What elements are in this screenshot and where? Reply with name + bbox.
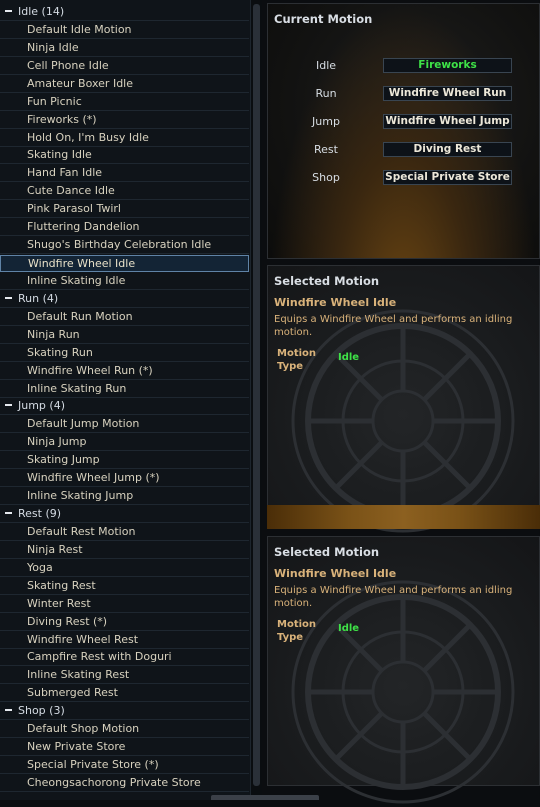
wheel-emblem-icon	[291, 309, 515, 533]
motion-list-item[interactable]: Default Run Motion	[0, 309, 249, 326]
current-motion-slot-label: Run	[315, 87, 337, 100]
motion-list-item[interactable]: Inline Skating Rest	[0, 667, 249, 685]
current-motion-row: Idle Fireworks	[268, 58, 539, 74]
selected-motion-description: Equips a Windfire Wheel and performs an …	[274, 314, 513, 338]
selected-motion-title: Selected Motion	[274, 274, 380, 288]
motion-list-item[interactable]: Ninja Run	[0, 327, 249, 344]
scrollbar-thumb[interactable]	[253, 4, 260, 786]
current-motion-slot-label: Idle	[315, 59, 337, 72]
current-motion-row: Rest Diving Rest	[268, 142, 539, 158]
motion-list-scrollbar[interactable]	[250, 0, 262, 800]
motion-list-item[interactable]: Fluttering Dandelion	[0, 219, 249, 237]
collapse-minus-icon[interactable]	[5, 404, 12, 407]
motion-list-item[interactable]: Fun Picnic	[0, 94, 249, 111]
motion-list-item[interactable]: Cell Phone Idle	[0, 58, 249, 75]
wheel-emblem-icon	[291, 580, 515, 804]
motion-list-item[interactable]: Default Rest Motion	[0, 524, 249, 541]
motion-list: Idle (14) Default Idle Motion Ninja Idle Ce…	[0, 0, 261, 800]
motion-list-item[interactable]: Special Private Store (*)	[0, 757, 249, 775]
motion-list-item[interactable]: Inline Skating Jump	[0, 488, 249, 506]
collapse-minus-icon[interactable]	[5, 10, 12, 12]
motion-group-header[interactable]: Run (4)	[0, 291, 249, 308]
motion-list-item[interactable]: Default Idle Motion	[0, 22, 249, 39]
current-motion-title: Current Motion	[274, 12, 373, 26]
current-motion-slot-value[interactable]: Windfire Wheel Run	[383, 86, 512, 101]
collapse-minus-icon[interactable]	[5, 296, 12, 299]
selected-motion-title: Selected Motion	[274, 545, 380, 559]
motion-list-item[interactable]: Amateur Boxer Idle	[0, 76, 249, 93]
motion-list-item[interactable]: Shugo's Birthday Celebration Idle	[0, 237, 249, 255]
selected-motion-description: Equips a Windfire Wheel and performs an …	[274, 585, 513, 609]
current-motion-slot-value[interactable]: Diving Rest	[383, 142, 512, 157]
motion-list-item[interactable]: Default Jump Motion	[0, 416, 249, 434]
current-motion-row: Jump Windfire Wheel Jump	[268, 114, 539, 130]
motion-list-item[interactable]: Fireworks (*)	[0, 112, 249, 129]
motion-list-item[interactable]: Skating Run	[0, 345, 249, 362]
motion-list-item[interactable]: Windfire Wheel Run (*)	[0, 363, 249, 380]
current-motion-slot-label: Rest	[314, 143, 338, 156]
selected-motion-name: Windfire Wheel Idle	[274, 296, 397, 309]
motion-group-header[interactable]: Idle (14)	[0, 4, 249, 21]
motion-list-item[interactable]: Winter Rest	[0, 596, 249, 613]
collapse-minus-icon[interactable]	[5, 512, 12, 515]
motion-list-item[interactable]: Windfire Wheel Jump (*)	[0, 470, 249, 488]
bottom-tab-strip	[211, 795, 319, 800]
motion-list-item[interactable]: Windfire Wheel Idle	[0, 255, 249, 273]
current-motion-row: Shop Special Private Store	[268, 170, 539, 186]
motion-list-item[interactable]: Skating Idle	[0, 147, 249, 165]
selected-motion-panel: Selected Motion Windfire Wheel Idle Equips…	[267, 265, 540, 533]
motion-type-value: Idle	[338, 623, 360, 634]
motion-list-item[interactable]: Skating Jump	[0, 452, 249, 470]
current-motion-panel: Current Motion Idle Fireworks Run Windfire …	[267, 3, 540, 259]
motion-group-label: Jump (4)	[18, 399, 65, 413]
motion-group-label: Run (4)	[18, 291, 59, 305]
motion-list-item[interactable]: New Private Store	[0, 739, 249, 757]
current-motion-row: Run Windfire Wheel Run	[268, 86, 539, 102]
motion-list-item[interactable]: Hold On, I'm Busy Idle	[0, 130, 249, 147]
motion-group-header[interactable]: Shop (3)	[0, 703, 249, 721]
current-motion-slot-label: Shop	[312, 171, 340, 184]
motion-list-item[interactable]: Inline Skating Run	[0, 381, 249, 398]
motion-list-item[interactable]: Cheongsachorong Private Store	[0, 775, 249, 792]
motion-group-header[interactable]: Jump (4)	[0, 398, 249, 416]
motion-list-item[interactable]: Submerged Rest	[0, 685, 249, 703]
motion-list-item[interactable]: Hand Fan Idle	[0, 165, 249, 183]
motion-group-header[interactable]: Rest (9)	[0, 506, 249, 524]
motion-list-item[interactable]: Inline Skating Idle	[0, 273, 249, 290]
collapse-minus-icon[interactable]	[5, 709, 12, 712]
motion-list-item[interactable]: Ninja Idle	[0, 40, 249, 57]
motion-group-label: Shop (3)	[18, 704, 65, 718]
motion-type-value: Idle	[338, 352, 360, 363]
panel-divider-strip	[267, 505, 540, 529]
motion-list-item[interactable]: Ninja Jump	[0, 434, 249, 452]
motion-list-item[interactable]: Skating Rest	[0, 578, 249, 595]
motion-list-item[interactable]: Ninja Rest	[0, 542, 249, 559]
current-motion-slot-value[interactable]: Fireworks	[383, 58, 512, 73]
motion-type-label: Motion Type	[277, 348, 317, 372]
motion-group-label: Idle (14)	[18, 5, 65, 18]
current-motion-slot-value[interactable]: Special Private Store	[383, 170, 512, 185]
motion-type-label: Motion Type	[277, 619, 317, 643]
motion-group-label: Rest (9)	[18, 507, 62, 521]
selected-motion-name: Windfire Wheel Idle	[274, 567, 397, 580]
selected-motion-panel-secondary: Selected Motion Windfire Wheel Idle Equips…	[267, 536, 540, 804]
motion-list-item[interactable]: Windfire Wheel Rest	[0, 632, 249, 649]
motion-list-item[interactable]: Pink Parasol Twirl	[0, 201, 249, 219]
motion-list-item[interactable]: Default Shop Motion	[0, 721, 249, 739]
motion-list-item[interactable]: Campfire Rest with Doguri	[0, 649, 249, 667]
current-motion-slot-label: Jump	[312, 115, 340, 128]
motion-list-item[interactable]: Yoga	[0, 560, 249, 577]
current-motion-slot-value[interactable]: Windfire Wheel Jump	[383, 114, 512, 129]
motion-list-item[interactable]: Cute Dance Idle	[0, 183, 249, 201]
motion-list-item[interactable]: Diving Rest (*)	[0, 614, 249, 631]
